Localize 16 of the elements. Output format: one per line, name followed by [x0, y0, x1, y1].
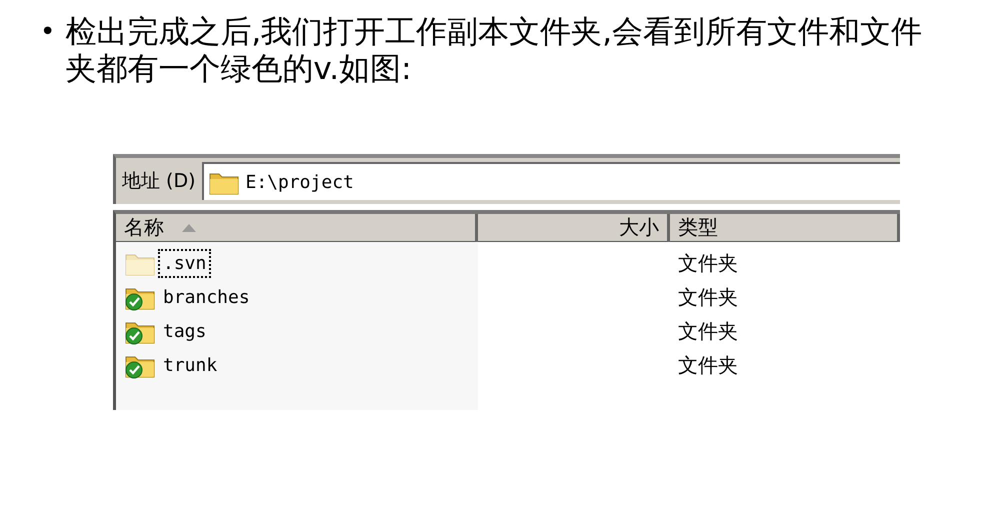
sort-up-icon — [182, 224, 196, 232]
column-header[interactable]: 名称 — [116, 214, 478, 244]
file-name[interactable]: trunk — [158, 350, 222, 380]
address-label: 地址 (D) — [122, 169, 196, 194]
file-type: 文件夹 — [677, 318, 739, 344]
file-type: 文件夹 — [677, 284, 739, 310]
address-field[interactable]: E:\project — [202, 162, 900, 200]
file-name[interactable]: branches — [158, 282, 255, 312]
column-header[interactable]: 大小 — [478, 214, 670, 244]
bullet: • — [40, 16, 56, 49]
file-name[interactable]: .svn — [158, 248, 212, 278]
file-type: 文件夹 — [677, 250, 739, 276]
slide-text: 检出完成之后,我们打开工作副本文件夹,会看到所有文件和文件夹都有一个绿色的v.如图: — [65, 14, 924, 88]
file-name[interactable]: tags — [158, 316, 212, 346]
column-header[interactable]: 类型 — [670, 214, 900, 244]
file-type: 文件夹 — [677, 352, 739, 378]
